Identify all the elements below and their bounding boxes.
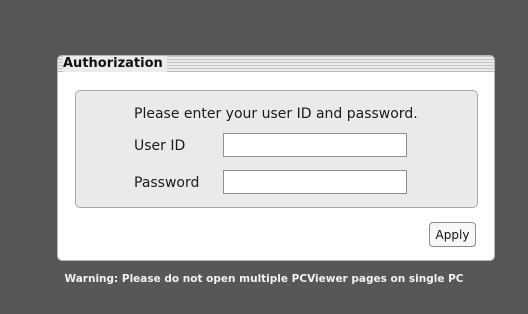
- login-prompt: Please enter your user ID and password.: [134, 106, 418, 122]
- user-id-label: User ID: [134, 138, 186, 154]
- password-field[interactable]: [223, 170, 407, 194]
- password-label: Password: [134, 175, 200, 191]
- warning-message: Warning: Please do not open multiple PCV…: [64, 273, 464, 285]
- authorization-dialog: Authorization Please enter your user ID …: [57, 55, 495, 261]
- apply-button[interactable]: Apply: [429, 222, 476, 247]
- user-id-field[interactable]: [223, 133, 407, 157]
- dialog-title: Authorization: [63, 56, 167, 72]
- credentials-box: Please enter your user ID and password. …: [75, 90, 478, 208]
- dialog-titlebar: Authorization: [58, 56, 494, 72]
